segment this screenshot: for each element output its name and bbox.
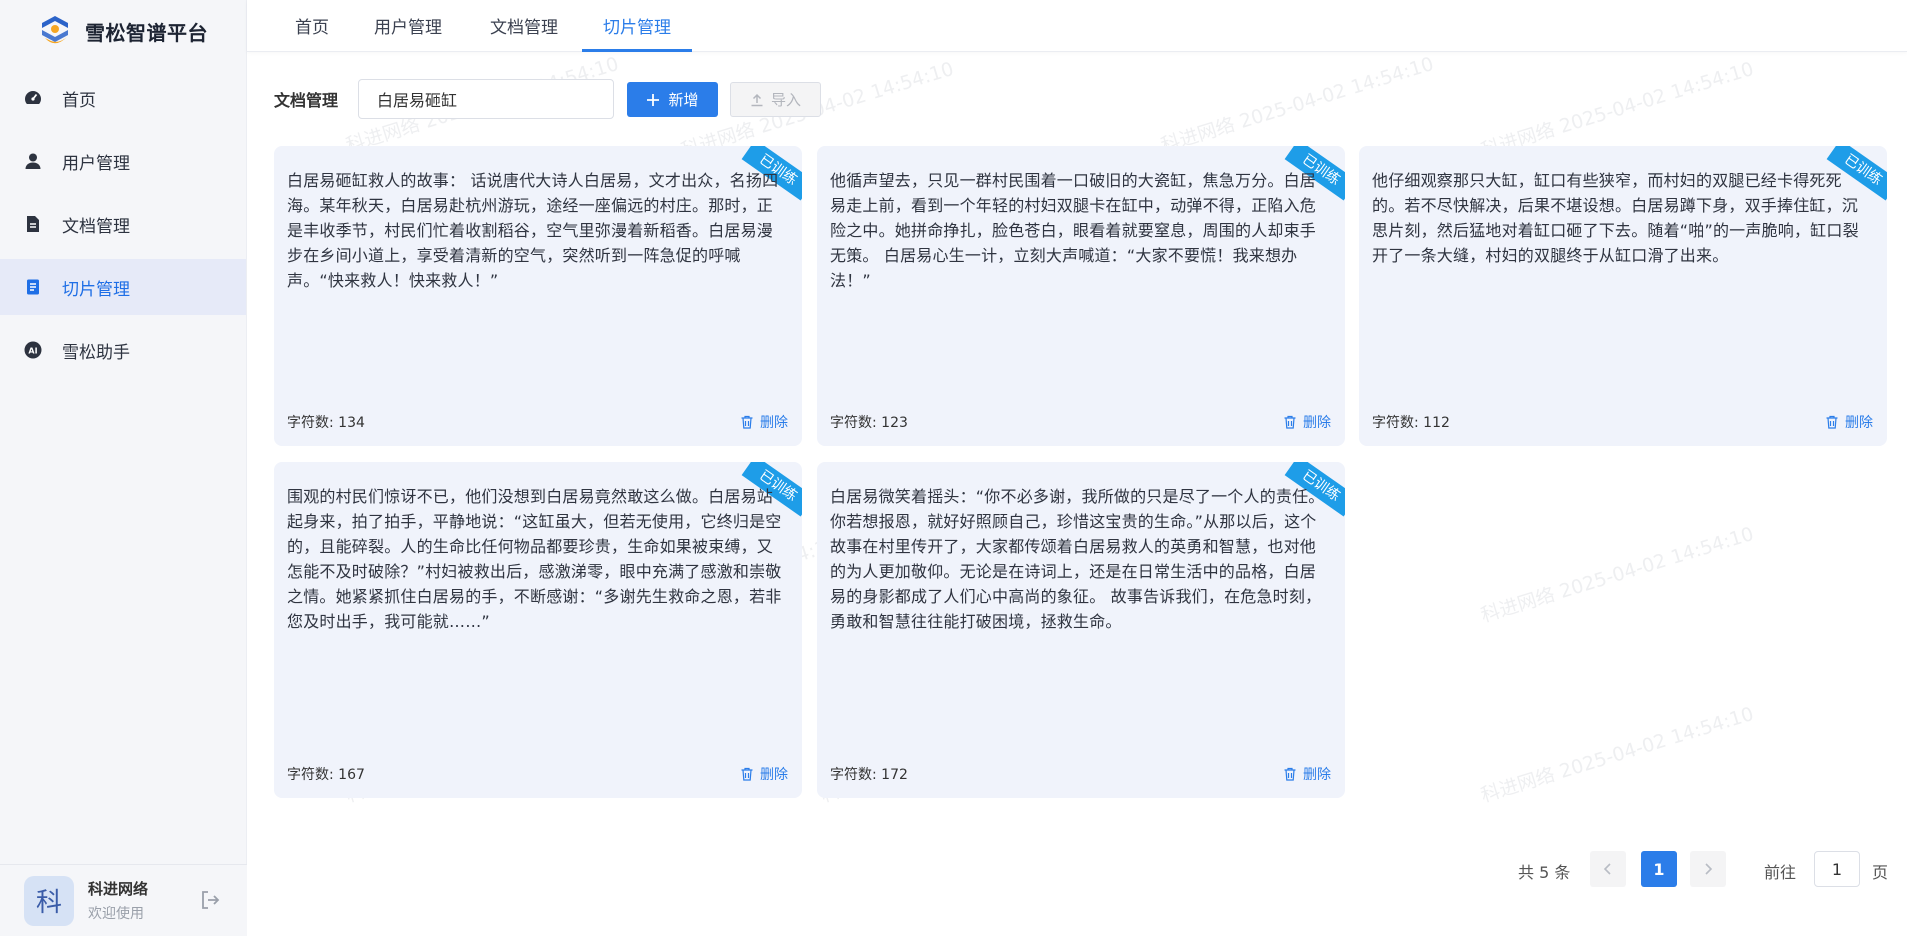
user-name: 科进网络 <box>88 880 149 898</box>
logo-row[interactable]: 雪松智谱平台 <box>0 0 246 62</box>
top-tabs: 首页 用户管理 文档管理 切片管理 <box>247 0 1907 52</box>
chevron-left-icon <box>1603 863 1611 875</box>
sidebar-item-label: 文档管理 <box>62 216 130 237</box>
sidebar-item-slices[interactable]: 切片管理 <box>0 259 246 315</box>
slice-card[interactable]: 已训练 围观的村民们惊讶不已，他们没想到白居易竟然敢这么做。白居易站起身来，拍了… <box>274 462 802 798</box>
delete-label: 删除 <box>1845 415 1873 431</box>
slice-text: 他仔细观察那只大缸，缸口有些狭窄，而村妇的双腿已经卡得死死的。若不尽快解决，后果… <box>1372 171 1859 265</box>
sidebar-item-label: 切片管理 <box>62 279 130 300</box>
tab-users[interactable]: 用户管理 <box>367 0 449 52</box>
import-button[interactable]: 导入 <box>730 82 821 117</box>
trash-icon <box>1284 767 1296 781</box>
dashboard-icon <box>24 89 42 107</box>
add-button-label: 新增 <box>668 91 699 109</box>
slice-card[interactable]: 已训练 白居易砸缸救人的故事： 话说唐代大诗人白居易，文才出众，名扬四海。某年秋… <box>274 146 802 446</box>
tab-home[interactable]: 首页 <box>287 0 337 52</box>
sidebar-nav: 首页 用户管理 文档管理 切片管理 AI 雪松助手 <box>0 70 246 378</box>
char-count: 字符数: 123 <box>830 415 908 431</box>
char-count: 字符数: 167 <box>287 767 365 783</box>
slice-text: 白居易砸缸救人的故事： 话说唐代大诗人白居易，文才出众，名扬四海。某年秋天，白居… <box>287 171 779 290</box>
sidebar-item-home[interactable]: 首页 <box>0 70 246 126</box>
sidebar-item-label: 雪松助手 <box>62 342 130 363</box>
pagination-total: 共 5 条 <box>1518 863 1571 882</box>
char-count: 字符数: 172 <box>830 767 908 783</box>
char-count: 字符数: 134 <box>287 415 365 431</box>
slice-icon <box>24 278 42 296</box>
sidebar-item-label: 用户管理 <box>62 153 130 174</box>
delete-button[interactable]: 删除 <box>1825 412 1873 432</box>
slice-card[interactable]: 已训练 他循声望去，只见一群村民围着一口破旧的大瓷缸，焦急万分。白居易走上前，看… <box>817 146 1345 446</box>
ai-icon: AI <box>24 341 42 359</box>
tab-slices[interactable]: 切片管理 <box>582 0 692 52</box>
app-title: 雪松智谱平台 <box>85 20 208 45</box>
delete-button[interactable]: 删除 <box>740 764 788 784</box>
slice-card[interactable]: 已训练 白居易微笑着摇头：“你不必多谢，我所做的只是尽了一个人的责任。你若想报恩… <box>817 462 1345 798</box>
goto-label: 前往 <box>1764 863 1797 882</box>
char-count: 字符数: 112 <box>1372 415 1450 431</box>
logo-icon <box>37 13 73 49</box>
delete-label: 删除 <box>760 415 788 431</box>
delete-button[interactable]: 删除 <box>740 412 788 432</box>
logout-icon[interactable] <box>199 889 221 911</box>
page-number-current[interactable]: 1 <box>1641 851 1677 887</box>
slice-text: 围观的村民们惊讶不已，他们没想到白居易竟然敢这么做。白居易站起身来，拍了拍手，平… <box>287 487 782 631</box>
upload-icon <box>751 93 763 106</box>
watermark: 科进网络 2025-04-02 14:54:10 <box>1158 52 1437 157</box>
delete-button[interactable]: 删除 <box>1283 412 1331 432</box>
user-meta: 科进网络 欢迎使用 <box>88 878 148 923</box>
user-icon <box>24 152 42 170</box>
user-panel: 科 科进网络 欢迎使用 <box>0 864 247 936</box>
document-search-input[interactable] <box>358 79 614 119</box>
filter-label: 文档管理 <box>274 91 339 110</box>
import-button-label: 导入 <box>770 91 801 109</box>
trash-icon <box>1826 415 1838 429</box>
goto-page-input[interactable] <box>1814 851 1860 887</box>
prev-page-button[interactable] <box>1590 851 1626 887</box>
plus-icon <box>647 93 660 106</box>
trash-icon <box>741 767 753 781</box>
sidebar-item-users[interactable]: 用户管理 <box>0 133 246 189</box>
user-subtitle: 欢迎使用 <box>88 906 144 922</box>
next-page-button[interactable] <box>1690 851 1726 887</box>
chevron-right-icon <box>1705 863 1713 875</box>
add-button[interactable]: 新增 <box>627 82 718 117</box>
trash-icon <box>1284 415 1296 429</box>
delete-label: 删除 <box>1303 415 1331 431</box>
delete-label: 删除 <box>760 767 788 783</box>
slice-text: 他循声望去，只见一群村民围着一口破旧的大瓷缸，焦急万分。白居易走上前，看到一个年… <box>830 171 1317 290</box>
sidebar-item-assistant[interactable]: AI 雪松助手 <box>0 322 246 378</box>
avatar[interactable]: 科 <box>24 875 74 926</box>
delete-label: 删除 <box>1303 767 1331 783</box>
trash-icon <box>741 415 753 429</box>
watermark: 科进网络 2025-04-02 14:54:10 <box>1478 522 1757 627</box>
tab-documents[interactable]: 文档管理 <box>483 0 565 52</box>
watermark: 科进网络 2025-04-02 14:54:10 <box>1478 702 1757 807</box>
svg-text:AI: AI <box>28 346 37 355</box>
sidebar-item-documents[interactable]: 文档管理 <box>0 196 246 252</box>
delete-button[interactable]: 删除 <box>1283 764 1331 784</box>
document-icon <box>24 215 42 233</box>
page-suffix: 页 <box>1872 863 1889 882</box>
slice-card[interactable]: 已训练 他仔细观察那只大缸，缸口有些狭窄，而村妇的双腿已经卡得死死的。若不尽快解… <box>1359 146 1887 446</box>
slice-text: 白居易微笑着摇头：“你不必多谢，我所做的只是尽了一个人的责任。你若想报恩，就好好… <box>830 487 1325 631</box>
sidebar: 雪松智谱平台 首页 用户管理 文档管理 切片管理 AI 雪松助手 科 科进网络 … <box>0 0 247 936</box>
sidebar-item-label: 首页 <box>62 90 96 111</box>
